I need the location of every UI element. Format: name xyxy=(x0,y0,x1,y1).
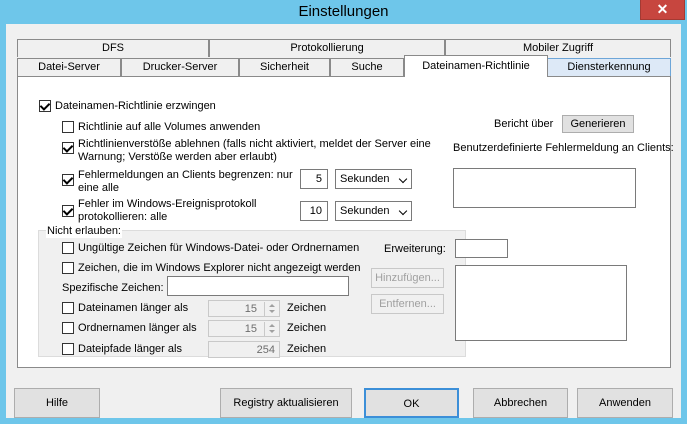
tab-dateinamen-richtlinie[interactable]: Dateinamen-Richtlinie xyxy=(404,55,548,77)
log-events-label-line2: protokollieren: alle xyxy=(78,211,168,223)
tab-datei-server[interactable]: Datei-Server xyxy=(17,58,121,76)
spin-up-icon[interactable] xyxy=(264,322,278,329)
chevron-down-icon xyxy=(398,206,408,216)
limit-unit-select[interactable]: Sekunden xyxy=(335,169,412,189)
reject-violations-label-line1: Richtlinienverstöße ablehnen (falls nich… xyxy=(78,138,431,150)
tab-drucker-server[interactable]: Drucker-Server xyxy=(121,58,239,76)
reject-violations-label-line2: Warnung; Verstöße werden aber erlaubt) xyxy=(78,151,277,163)
spinner-value: 15 xyxy=(244,323,257,335)
invalid-chars-checkbox[interactable] xyxy=(62,242,74,254)
hidden-chars-label: Zeichen, die im Windows Explorer nicht a… xyxy=(78,262,361,274)
spin-down-icon[interactable] xyxy=(264,309,278,316)
filename-length-label: Dateinamen länger als xyxy=(78,302,189,314)
tab-label: Sicherheit xyxy=(260,61,309,73)
log-seconds-input[interactable]: 10 xyxy=(300,201,328,221)
enforce-policy-checkbox[interactable] xyxy=(39,100,51,112)
foldername-length-label: Ordnernamen länger als xyxy=(78,322,197,334)
path-length-checkbox[interactable] xyxy=(62,343,74,355)
generate-button[interactable]: Generieren xyxy=(562,115,634,133)
filename-length-spinner[interactable]: 15 xyxy=(208,300,280,317)
custom-message-label: Benutzerdefinierte Fehlermeldung an Clie… xyxy=(453,142,674,154)
help-button[interactable]: Hilfe xyxy=(14,388,100,418)
tab-suche[interactable]: Suche xyxy=(330,58,404,76)
select-value: Sekunden xyxy=(340,173,390,185)
tab-dfs[interactable]: DFS xyxy=(17,39,209,57)
close-button[interactable]: ✕ xyxy=(640,0,685,20)
log-events-checkbox[interactable] xyxy=(62,205,74,217)
all-volumes-label: Richtlinie auf alle Volumes anwenden xyxy=(78,121,261,133)
tab-label: DFS xyxy=(102,42,124,54)
close-icon: ✕ xyxy=(656,1,669,17)
hidden-chars-checkbox[interactable] xyxy=(62,262,74,274)
limit-messages-label-line2: eine alle xyxy=(78,182,119,194)
tab-label: Mobiler Zugriff xyxy=(522,42,594,54)
reject-violations-checkbox[interactable] xyxy=(62,142,74,154)
special-chars-input[interactable] xyxy=(167,276,349,296)
tab-sicherheit[interactable]: Sicherheit xyxy=(239,58,330,76)
limit-seconds-input[interactable]: 5 xyxy=(300,169,328,189)
extension-label: Erweiterung: xyxy=(384,243,446,255)
report-label: Bericht über xyxy=(494,118,554,130)
path-length-field[interactable]: 254 xyxy=(208,341,280,358)
tab-label: Datei-Server xyxy=(38,61,100,73)
filename-unit-label: Zeichen xyxy=(287,302,327,314)
path-length-label: Dateipfade länger als xyxy=(78,343,182,355)
foldername-unit-label: Zeichen xyxy=(287,322,327,334)
filename-length-checkbox[interactable] xyxy=(62,302,74,314)
window-title: Einstellungen xyxy=(298,3,389,20)
tab-diensterkennung[interactable]: Diensterkennung xyxy=(547,58,671,76)
limit-messages-checkbox[interactable] xyxy=(62,174,74,186)
tab-label: Suche xyxy=(351,61,383,73)
extension-list[interactable] xyxy=(455,265,627,341)
custom-message-field[interactable] xyxy=(453,168,636,208)
remove-button[interactable]: Entfernen... xyxy=(371,294,444,314)
spinner-value: 15 xyxy=(244,303,257,315)
add-button[interactable]: Hinzufügen... xyxy=(371,268,444,288)
chevron-down-icon xyxy=(398,174,408,184)
ok-button[interactable]: OK xyxy=(364,388,459,418)
apply-button[interactable]: Anwenden xyxy=(577,388,673,418)
disallow-legend: Nicht erlauben: xyxy=(46,225,122,238)
spin-down-icon[interactable] xyxy=(264,329,278,336)
special-chars-label: Spezifische Zeichen: xyxy=(62,282,164,294)
tab-label: Drucker-Server xyxy=(142,61,218,73)
tab-label: Dateinamen-Richtlinie xyxy=(422,60,530,72)
spin-up-icon[interactable] xyxy=(264,302,278,309)
select-value: Sekunden xyxy=(340,205,390,217)
log-unit-select[interactable]: Sekunden xyxy=(335,201,412,221)
tab-label: Diensterkennung xyxy=(567,61,651,73)
extension-input[interactable] xyxy=(455,239,508,258)
log-events-label-line1: Fehler im Windows-Ereignisprotokoll xyxy=(78,198,257,210)
invalid-chars-label: Ungültige Zeichen für Windows-Datei- ode… xyxy=(78,242,360,254)
foldername-length-checkbox[interactable] xyxy=(62,322,74,334)
enforce-policy-label: Dateinamen-Richtlinie erzwingen xyxy=(55,100,216,112)
path-unit-label: Zeichen xyxy=(287,343,327,355)
tab-label: Protokollierung xyxy=(290,42,364,54)
all-volumes-checkbox[interactable] xyxy=(62,121,74,133)
cancel-button[interactable]: Abbrechen xyxy=(473,388,568,418)
registry-update-button[interactable]: Registry aktualisieren xyxy=(220,388,352,418)
foldername-length-spinner[interactable]: 15 xyxy=(208,320,280,337)
limit-messages-label-line1: Fehlermeldungen an Clients begrenzen: nu… xyxy=(78,169,293,181)
